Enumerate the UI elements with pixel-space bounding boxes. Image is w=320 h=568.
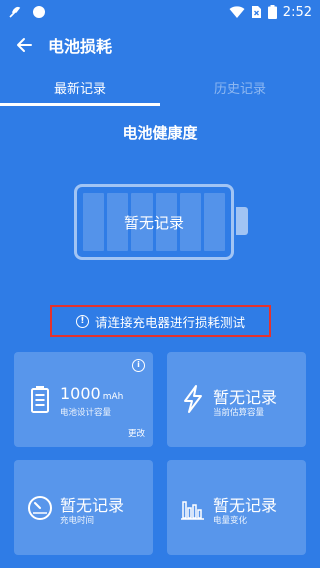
info-icon[interactable]: i [132, 359, 145, 372]
charge-change-label: 电量变化 [213, 516, 248, 526]
battery-terminal [236, 207, 248, 235]
estimated-capacity-label: 当前估算容量 [213, 408, 265, 418]
app-bar: 电池损耗 [0, 24, 320, 66]
battery-health-title: 电池健康度 [122, 124, 198, 142]
page-title: 电池损耗 [48, 37, 113, 56]
feather-icon [9, 6, 21, 18]
charger-warning: ! 请连接充电器进行损耗测试 [50, 305, 271, 337]
no-sim-icon [251, 6, 261, 18]
charge-time-value: 暂无记录 [60, 496, 125, 515]
status-time: 2:52 [282, 4, 312, 20]
warning-text: 请连接充电器进行损耗测试 [94, 314, 245, 330]
status-bar: 2:52 [0, 0, 320, 24]
battery-status-icon [267, 5, 277, 19]
exclamation-icon: ! [75, 314, 89, 328]
app-notification-icon [33, 6, 45, 18]
bar-chart-icon [181, 501, 204, 520]
battery-graphic: 暂无记录 [74, 184, 234, 260]
design-capacity-label: 电池设计容量 [60, 408, 112, 418]
back-button[interactable] [0, 24, 48, 66]
tab-latest-record[interactable]: 最新记录 [0, 68, 160, 106]
battery-icon [31, 386, 49, 413]
speedometer-icon [28, 496, 52, 520]
wifi-icon [229, 5, 245, 18]
charge-change-card: 暂无记录 电量变化 [167, 460, 306, 555]
battery-health-value: 暂无记录 [123, 213, 184, 232]
design-capacity-value: 1000 mAh [60, 384, 123, 403]
estimated-capacity-card: 暂无记录 当前估算容量 [167, 352, 306, 447]
charge-time-card: 暂无记录 充电时间 [14, 460, 153, 555]
estimated-capacity-value: 暂无记录 [213, 388, 278, 407]
charge-change-value: 暂无记录 [213, 496, 278, 515]
arrow-left-icon [17, 38, 32, 52]
charge-time-label: 充电时间 [60, 516, 95, 526]
tab-history-record[interactable]: 历史记录 [160, 68, 320, 106]
design-capacity-card: i 1000 mAh 电池设计容量 更改 [14, 352, 153, 447]
capacity-number: 1000 [60, 384, 101, 403]
capacity-unit: mAh [102, 392, 124, 402]
tab-bar: 最新记录 历史记录 [0, 68, 320, 106]
edit-capacity-button[interactable]: 更改 [128, 427, 145, 439]
lightning-icon [184, 385, 202, 413]
